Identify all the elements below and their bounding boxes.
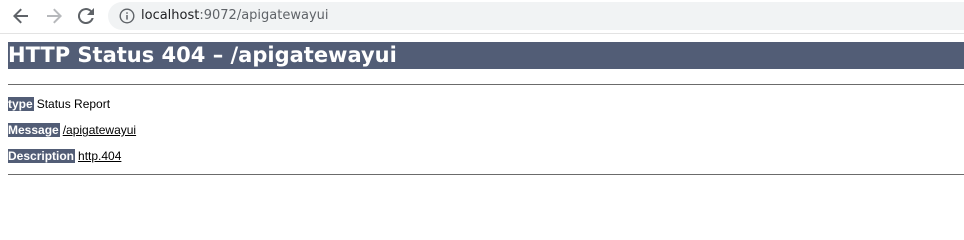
description-row: Description http.404: [8, 149, 121, 163]
message-value-link[interactable]: /apigatewayui: [63, 123, 136, 137]
browser-toolbar: localhost:9072/apigatewayui: [0, 0, 964, 34]
type-label: type: [8, 97, 34, 111]
page-title: HTTP Status 404 – /apigatewayui: [8, 42, 964, 69]
divider-bottom: [8, 174, 964, 175]
forward-button[interactable]: [41, 4, 67, 28]
url-path: :9072/apigatewayui: [199, 8, 329, 23]
info-circle-icon[interactable]: [119, 8, 135, 24]
reload-button[interactable]: [73, 4, 99, 28]
reload-icon: [78, 8, 94, 24]
back-button[interactable]: [8, 4, 34, 28]
url-host: localhost: [141, 8, 200, 23]
description-label: Description: [8, 149, 76, 163]
url-text[interactable]: localhost:9072/apigatewayui: [141, 7, 329, 25]
type-value: Status Report: [36, 97, 111, 111]
message-label: Message: [8, 123, 60, 137]
arrow-right-icon: [47, 8, 62, 24]
type-row: type Status Report: [8, 97, 110, 111]
description-value-link[interactable]: http.404: [78, 149, 121, 163]
divider-top: [8, 84, 964, 85]
error-page: HTTP Status 404 – /apigatewayui type Stat…: [0, 34, 964, 228]
message-row: Message/apigatewayui: [8, 123, 136, 137]
address-bar[interactable]: localhost:9072/apigatewayui: [108, 2, 964, 30]
arrow-left-icon: [13, 8, 28, 24]
